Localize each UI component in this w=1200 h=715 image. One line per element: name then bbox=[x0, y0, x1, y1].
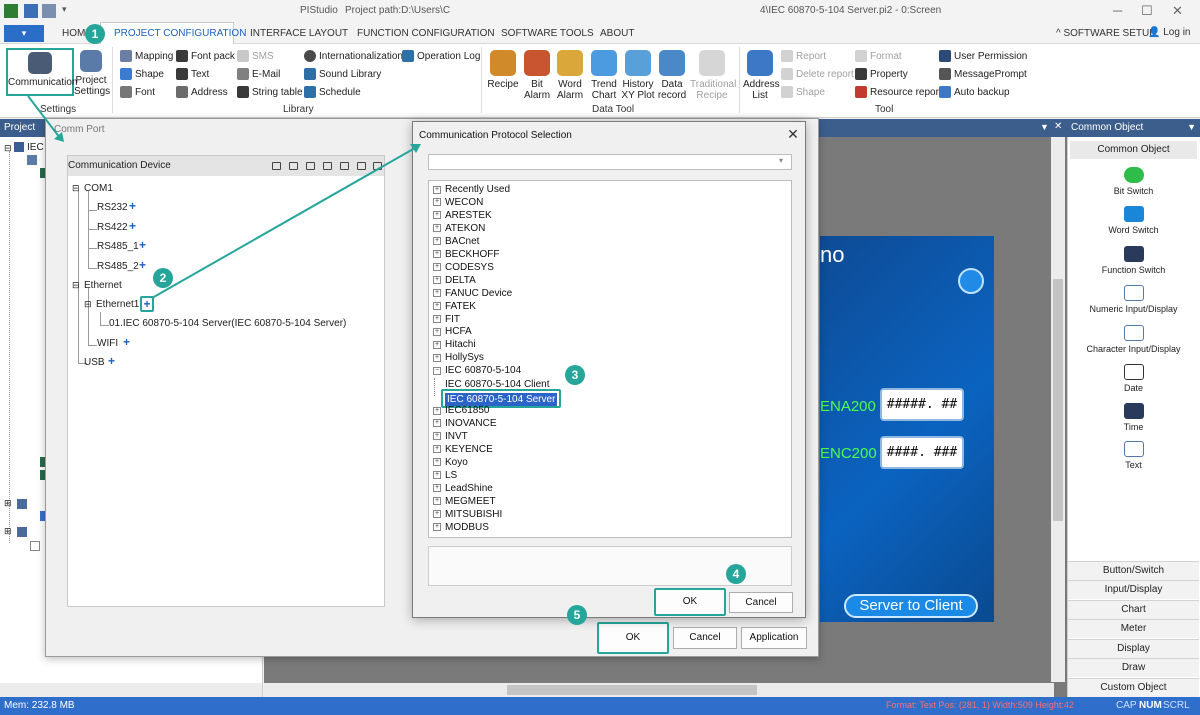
step-badge-1: 1 bbox=[85, 24, 105, 44]
arrow-line-2 bbox=[151, 147, 416, 299]
step-badge-4: 4 bbox=[726, 564, 746, 584]
annotation-arrows bbox=[27, 95, 421, 299]
arrow-line-1 bbox=[27, 95, 61, 139]
step-badge-3: 3 bbox=[565, 365, 585, 385]
step-badge-2: 2 bbox=[153, 268, 173, 288]
step-badge-5: 5 bbox=[567, 605, 587, 625]
arrow-head-2 bbox=[410, 144, 421, 153]
